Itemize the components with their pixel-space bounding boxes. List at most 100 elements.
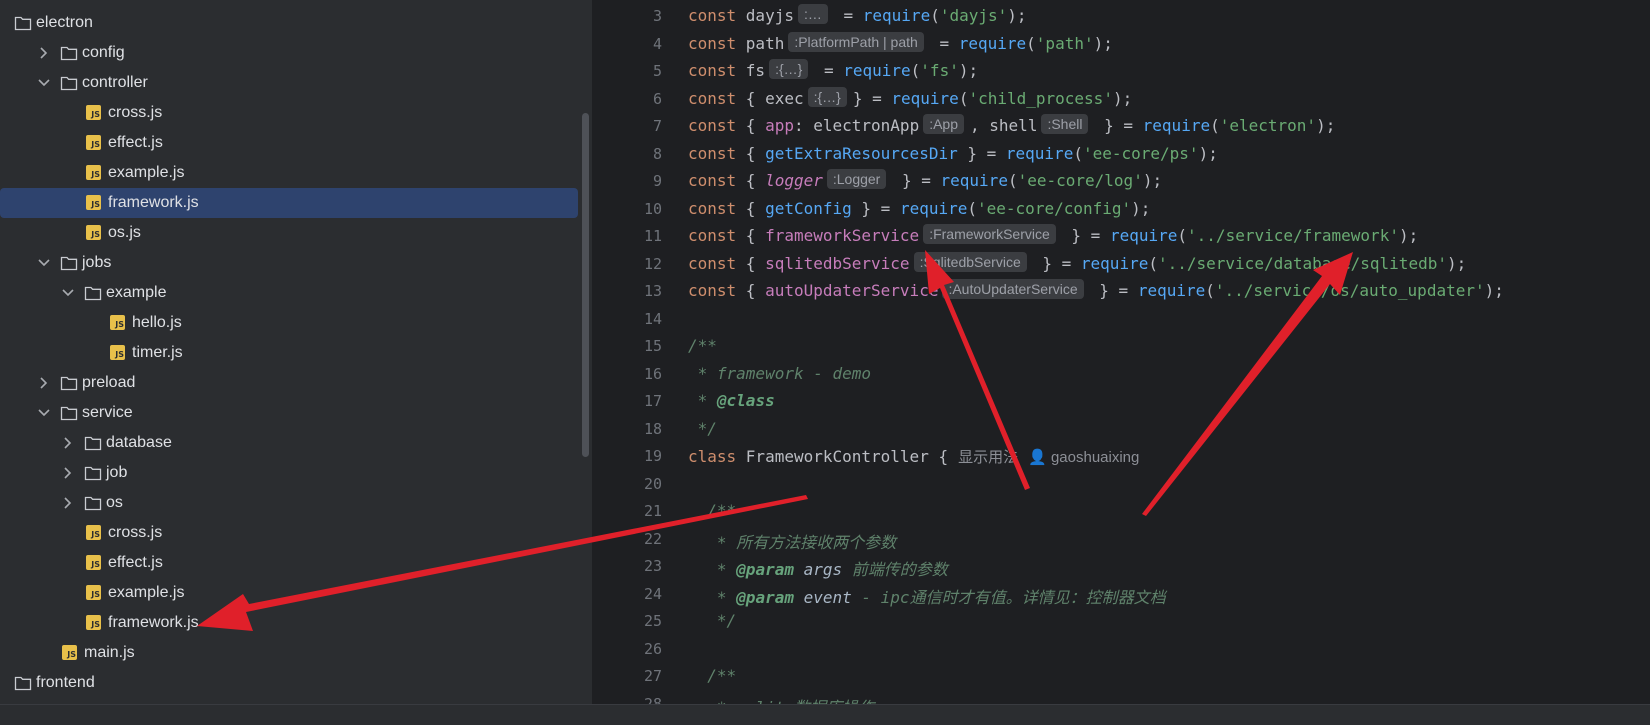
code-line[interactable]: 25 */ [594, 608, 1650, 635]
tree-file-main-js[interactable]: JS main.js [0, 638, 580, 668]
tree-item-label: example.js [108, 584, 185, 601]
javascript-file-icon: JS [86, 615, 101, 630]
code-line[interactable]: 13 const { autoUpdaterService:AutoUpdater… [594, 278, 1650, 305]
tree-item-label: electron [36, 14, 93, 31]
tree-file-timer-js[interactable]: JS timer.js [0, 338, 580, 368]
tree-folder-config[interactable]: config [0, 38, 580, 68]
code-token: class [688, 447, 746, 466]
code-line[interactable]: 5 const fs:{…} = require('fs'); [594, 58, 1650, 85]
code-line[interactable]: 23 * @param args 前端传的参数 [594, 553, 1650, 580]
inlay-hint[interactable]: 👤 gaoshuaixing [1028, 449, 1139, 466]
chevron-right-icon[interactable] [60, 495, 76, 511]
chevron-right-icon[interactable] [36, 45, 52, 61]
code-token: ( [1026, 33, 1036, 53]
code-token: ( [958, 88, 969, 108]
code-line[interactable]: 18 */ [594, 416, 1650, 443]
sidebar-scrollbar[interactable] [582, 113, 589, 457]
code-token: ); [1093, 33, 1113, 53]
code-line[interactable]: 24 * @param event - ipc通信时才有值。详情见：控制器文档 [594, 581, 1650, 608]
type-hint: :PlatformPath | path [788, 31, 924, 52]
chevron-right-icon[interactable] [36, 375, 52, 391]
code-token: ( [930, 6, 940, 25]
code-token: require [891, 88, 959, 108]
code-line[interactable]: 11 const { frameworkService:FrameworkServ… [594, 223, 1650, 250]
code-line[interactable]: 10 const { getConfig } = require('ee-core… [594, 196, 1650, 223]
code-text: const path:PlatformPath | path = require… [688, 31, 1113, 54]
code-token: , shell [970, 116, 1038, 135]
code-text: const { logger:Logger } = require('ee-co… [688, 169, 1162, 191]
chevron-down-icon[interactable] [36, 255, 52, 271]
code-token: ( [1007, 171, 1018, 190]
javascript-file-icon: JS [86, 555, 101, 570]
chevron-right-icon[interactable] [60, 465, 76, 481]
tree-file-framework-js[interactable]: JS framework.js [0, 188, 578, 218]
code-line[interactable]: 28 * sqlite数据库操作 [594, 691, 1650, 705]
tree-folder-service[interactable]: service [0, 398, 580, 428]
line-number: 3 [652, 7, 662, 25]
code-line[interactable]: 14 [594, 306, 1650, 333]
tree-folder-os[interactable]: os [0, 488, 580, 518]
tree-item-label: controller [82, 74, 148, 91]
line-number: 11 [643, 227, 662, 245]
line-number: 13 [643, 282, 662, 300]
chevron-down-icon[interactable] [36, 75, 52, 91]
tree-item-label: framework.js [108, 194, 199, 211]
tree-folder-controller[interactable]: controller [0, 68, 580, 98]
code-line[interactable]: 19 class FrameworkController {显示用法 👤 gaosh… [594, 443, 1650, 470]
tree-file-cross-js[interactable]: JS cross.js [0, 518, 580, 548]
code-text: class FrameworkController {显示用法 👤 gaoshua… [688, 446, 1139, 467]
tree-folder-preload[interactable]: preload [0, 368, 580, 398]
tree-folder-frontend[interactable]: frontend [0, 668, 580, 698]
tree-folder-electron[interactable]: electron [0, 8, 580, 38]
tree-file-framework-js[interactable]: JS framework.js [0, 608, 580, 638]
line-number: 18 [643, 419, 662, 438]
type-hint: :{…} [807, 86, 847, 107]
tree-file-effect-js[interactable]: JS effect.js [0, 548, 580, 578]
chevron-down-icon[interactable] [60, 285, 76, 301]
code-token: require [958, 33, 1027, 53]
folder-icon [60, 404, 78, 422]
chevron-right-icon[interactable] [60, 435, 76, 451]
code-line[interactable]: 15 /** [594, 333, 1650, 360]
tree-file-hello-js[interactable]: JS hello.js [0, 308, 580, 338]
code-token: { [745, 253, 766, 273]
code-line[interactable]: 9 const { logger:Logger } = require('ee-c… [594, 168, 1650, 195]
code-line[interactable]: 12 const { sqlitedbService:SqlitedbServic… [594, 251, 1650, 278]
code-token: = [929, 33, 959, 53]
code-line[interactable]: 4 const path:PlatformPath | path = requir… [594, 31, 1650, 58]
code-line[interactable]: 26 [594, 636, 1650, 663]
code-line[interactable]: 27 /** [594, 663, 1650, 690]
inlay-hint[interactable]: 显示用法 [958, 449, 1018, 466]
code-token: } = [1094, 116, 1143, 135]
code-editor[interactable]: 3 const dayjs:… = require('dayjs'); 4 const… [594, 0, 1650, 704]
code-line[interactable]: 17 * @class [594, 388, 1650, 415]
code-line[interactable]: 22 * 所有方法接收两个参数 [594, 526, 1650, 553]
tree-folder-job[interactable]: job [0, 458, 580, 488]
code-line[interactable]: 8 const { getExtraResourcesDir } = requir… [594, 141, 1650, 168]
chevron-down-icon[interactable] [36, 405, 52, 421]
tree-folder-database[interactable]: database [0, 428, 580, 458]
code-token: require [1109, 226, 1178, 245]
line-number: 25 [643, 612, 662, 630]
code-text: const { exec:{…}} = require('child_proce… [688, 86, 1132, 109]
tree-file-os-js[interactable]: JS os.js [0, 218, 580, 248]
code-token: ( [1205, 281, 1215, 300]
code-line[interactable]: 6 const { exec:{…}} = require('child_proc… [594, 86, 1650, 113]
code-line[interactable]: 3 const dayjs:… = require('dayjs'); [594, 3, 1650, 30]
code-line[interactable]: 21 /** [594, 498, 1650, 525]
line-number: 17 [643, 392, 662, 410]
code-token: ); [958, 61, 979, 80]
tree-folder-example[interactable]: example [0, 278, 580, 308]
code-line[interactable]: 16 * framework - demo [594, 361, 1650, 388]
code-token: 'path' [1035, 33, 1094, 53]
code-token: autoUpdaterService [765, 281, 939, 300]
code-token: getConfig [765, 198, 852, 218]
code-line[interactable]: 20 [594, 471, 1650, 498]
tree-file-example-js[interactable]: JS example.js [0, 158, 580, 188]
tree-folder-jobs[interactable]: jobs [0, 248, 580, 278]
tree-file-effect-js[interactable]: JS effect.js [0, 128, 580, 158]
tree-file-example-js[interactable]: JS example.js [0, 578, 580, 608]
tree-file-cross-js[interactable]: JS cross.js [0, 98, 580, 128]
code-token: 'ee-core/log' [1017, 171, 1143, 190]
code-line[interactable]: 7 const { app: electronApp:App , shell:She… [594, 113, 1650, 140]
